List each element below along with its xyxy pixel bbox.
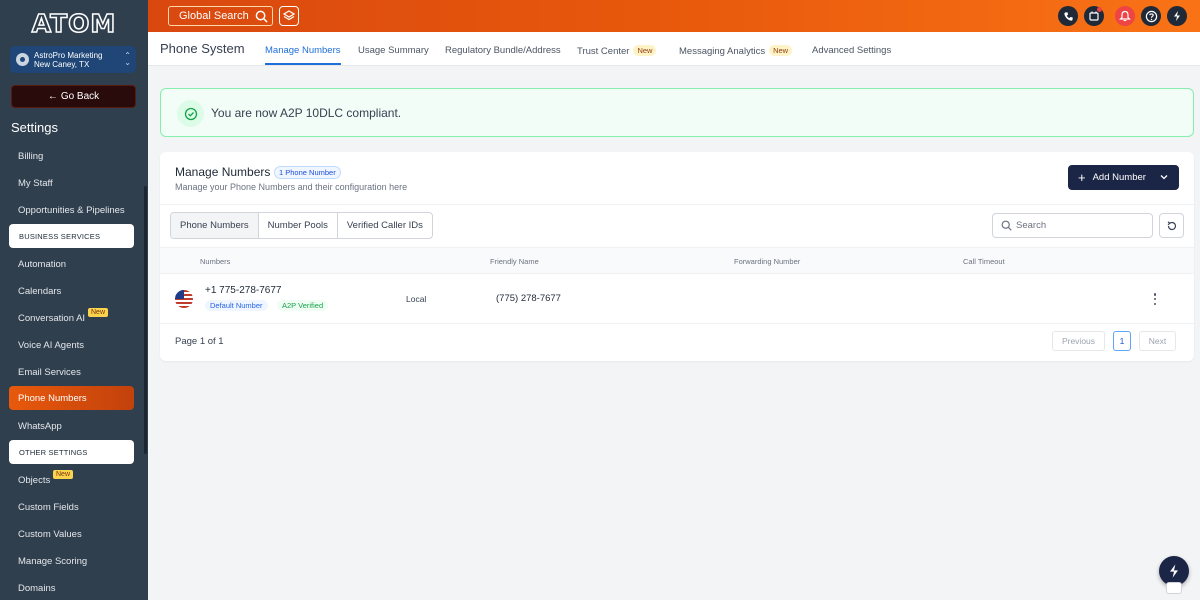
sidebar-item-calendars[interactable]: Calendars <box>18 286 61 297</box>
tab-advanced-settings[interactable]: Advanced Settings <box>812 45 891 56</box>
table-row[interactable]: +1 775-278-7677 Default Number A2P Verif… <box>160 274 1194 324</box>
notifications-button[interactable] <box>1115 6 1135 26</box>
account-avatar-icon <box>16 53 29 66</box>
sidebar-item-objects[interactable]: Objects <box>18 475 50 486</box>
new-badge: New <box>633 45 657 56</box>
more-vertical-icon[interactable] <box>1150 291 1160 307</box>
new-badge: New <box>53 470 74 479</box>
account-name: AstroPro Marketing <box>34 51 103 60</box>
search-icon <box>1001 220 1012 231</box>
column-header-forwarding-number: Forwarding Number <box>734 257 801 266</box>
page-1-button[interactable]: 1 <box>1113 331 1131 351</box>
chevron-down-icon <box>1160 175 1168 180</box>
atom-logo[interactable]: ATOM <box>26 8 122 39</box>
search-placeholder: Search <box>1016 220 1047 231</box>
search-input[interactable]: Search <box>992 213 1153 238</box>
top-bar: Global Search <box>148 0 1200 32</box>
sidebar-section-other-settings: OTHER SETTINGS <box>9 440 134 464</box>
divider <box>160 204 1194 205</box>
sidebar-item-billing[interactable]: Billing <box>18 151 43 162</box>
search-icon <box>255 10 268 23</box>
next-page-button[interactable]: Next <box>1139 331 1176 351</box>
phone-count-badge: 1 Phone Number <box>274 166 341 179</box>
sidebar-item-domains[interactable]: Domains <box>18 583 56 594</box>
default-number-badge: Default Number <box>205 300 268 311</box>
bell-icon <box>1119 10 1131 22</box>
new-badge: New <box>88 308 109 317</box>
layers-button[interactable] <box>279 6 299 26</box>
number-type: Local <box>406 294 427 304</box>
subtab-number-pools[interactable]: Number Pools <box>259 213 338 238</box>
sidebar-item-my-staff[interactable]: My Staff <box>18 178 53 189</box>
arrow-left-icon: ← <box>47 91 58 102</box>
sidebar-scrollbar[interactable] <box>144 186 147 454</box>
compliance-alert-text: You are now A2P 10DLC compliant. <box>211 106 402 120</box>
sidebar-item-phone-numbers[interactable]: Phone Numbers <box>9 386 134 410</box>
fab-toggle[interactable] <box>1166 582 1182 594</box>
sidebar-item-conversation-ai[interactable]: Conversation AI <box>18 313 85 324</box>
column-header-friendly-name: Friendly Name <box>490 257 539 266</box>
sidebar-item-opportunities[interactable]: Opportunities & Pipelines <box>18 205 125 216</box>
tab-manage-numbers[interactable]: Manage Numbers <box>265 45 341 65</box>
check-circle-icon <box>177 100 204 127</box>
tab-regulatory-bundle[interactable]: Regulatory Bundle/Address <box>445 45 561 56</box>
refresh-button[interactable] <box>1159 213 1184 238</box>
table-header: Numbers Friendly Name Forwarding Number … <box>160 247 1194 274</box>
help-button[interactable] <box>1141 6 1161 26</box>
sidebar: ATOM AstroPro Marketing New Caney, TX ⌃ ⌄… <box>0 0 148 600</box>
friendly-name: (775) 278-7677 <box>496 293 561 304</box>
sidebar-item-email-services[interactable]: Email Services <box>18 367 81 378</box>
notification-dot <box>1097 7 1102 12</box>
go-back-label: Go Back <box>60 91 100 102</box>
card-title: Manage Numbers <box>175 165 271 179</box>
subtab-verified-caller-ids[interactable]: Verified Caller IDs <box>338 213 432 238</box>
phone-button[interactable] <box>1058 6 1078 26</box>
assistant-icon <box>1170 564 1178 578</box>
tab-trust-center-label: Trust Center <box>577 46 630 57</box>
layers-icon <box>283 10 295 21</box>
sidebar-item-whatsapp[interactable]: WhatsApp <box>18 421 62 432</box>
phone-icon <box>1063 11 1073 21</box>
global-search-button[interactable]: Global Search <box>168 6 273 26</box>
chevron-up-down-icon: ⌃ ⌄ <box>124 51 131 67</box>
add-number-button[interactable]: + Add Number <box>1068 165 1179 190</box>
manage-numbers-card: Manage Numbers 1 Phone Number Manage you… <box>160 152 1194 361</box>
assistant-button[interactable] <box>1167 6 1187 26</box>
subtab-phone-numbers[interactable]: Phone Numbers <box>171 213 259 238</box>
global-search-label: Global Search <box>179 10 249 22</box>
announcements-button[interactable] <box>1084 6 1104 26</box>
sidebar-item-custom-values[interactable]: Custom Values <box>18 529 82 540</box>
previous-page-button[interactable]: Previous <box>1052 331 1105 351</box>
page-info: Page 1 of 1 <box>175 336 224 347</box>
a2p-verified-badge: A2P Verified <box>277 300 329 311</box>
go-back-button[interactable]: ← Go Back <box>11 85 136 108</box>
column-header-numbers: Numbers <box>200 257 231 266</box>
account-switcher[interactable]: AstroPro Marketing New Caney, TX ⌃ ⌄ <box>10 46 136 73</box>
sidebar-item-custom-fields[interactable]: Custom Fields <box>18 502 79 513</box>
new-badge: New <box>769 45 793 56</box>
us-flag-icon <box>175 290 193 308</box>
plus-icon: + <box>1078 170 1086 185</box>
tab-trust-center[interactable]: Trust Center New <box>577 45 657 57</box>
sidebar-item-manage-scoring[interactable]: Manage Scoring <box>18 556 87 567</box>
sidebar-item-automation[interactable]: Automation <box>18 259 66 270</box>
settings-title: Settings <box>11 120 58 135</box>
add-number-label: Add Number <box>1092 172 1146 183</box>
tab-messaging-analytics-label: Messaging Analytics <box>679 46 766 57</box>
sidebar-item-voice-ai-agents[interactable]: Voice AI Agents <box>18 340 84 351</box>
compliance-alert: You are now A2P 10DLC compliant. <box>160 88 1194 137</box>
refresh-icon <box>1167 220 1176 230</box>
assistant-icon <box>1174 11 1180 21</box>
tab-usage-summary[interactable]: Usage Summary <box>358 45 429 56</box>
phone-number: +1 775-278-7677 <box>205 285 282 296</box>
help-icon <box>1145 10 1157 22</box>
page-title: Phone System <box>160 41 245 56</box>
sidebar-section-business-services: BUSINESS SERVICES <box>9 224 134 248</box>
card-subtitle: Manage your Phone Numbers and their conf… <box>175 182 408 192</box>
tab-messaging-analytics[interactable]: Messaging Analytics New <box>679 45 793 57</box>
account-location: New Caney, TX <box>34 60 90 69</box>
page-header: Phone System Manage Numbers Usage Summar… <box>148 32 1200 66</box>
column-header-call-timeout: Call Timeout <box>963 257 1005 266</box>
number-type-tabs: Phone Numbers Number Pools Verified Call… <box>170 212 433 239</box>
